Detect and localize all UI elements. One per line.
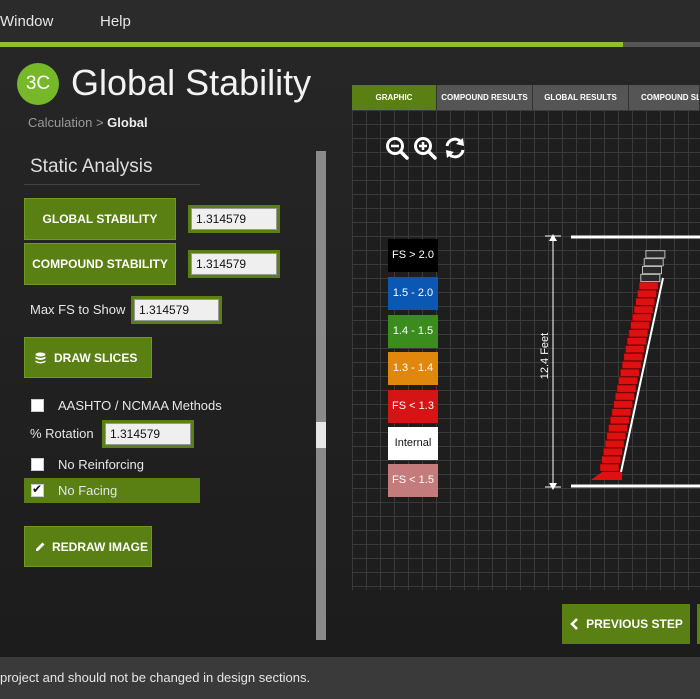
- no-reinforcing-checkbox[interactable]: [31, 458, 44, 471]
- panel-scrollbar[interactable]: [316, 151, 326, 640]
- tab-graphic[interactable]: GRAPHIC: [352, 85, 437, 110]
- slice-block: [633, 305, 654, 314]
- wall-graphic: 12.4 Feet: [539, 234, 700, 490]
- slice-block: [611, 408, 632, 417]
- slice-block: [616, 384, 637, 393]
- rotation-field-frame: [102, 420, 194, 448]
- rotation-label: % Rotation: [30, 426, 94, 441]
- slice-block: [630, 321, 650, 330]
- redraw-image-label: REDRAW IMAGE: [52, 539, 148, 554]
- max-fs-input[interactable]: [134, 299, 219, 321]
- breadcrumb-parent[interactable]: Calculation: [28, 115, 92, 130]
- menu-window[interactable]: Window: [0, 13, 53, 30]
- slice-block: [618, 376, 639, 385]
- menu-help[interactable]: Help: [100, 13, 131, 30]
- breadcrumb-current: Global: [107, 115, 148, 130]
- tab-compound-slices[interactable]: COMPOUND SLI: [629, 85, 700, 110]
- page-title: Global Stability: [71, 62, 312, 103]
- slice-block: [620, 368, 640, 377]
- slice-block: [637, 289, 657, 298]
- panel-title: Static Analysis: [30, 156, 153, 177]
- chevron-left-icon: [570, 618, 579, 630]
- footer-message: project and should not be changed in des…: [0, 670, 311, 685]
- slice-block: [599, 463, 620, 472]
- slice-blocks: [599, 250, 666, 472]
- slice-block: [626, 337, 647, 346]
- panel-scrollbar-thumb[interactable]: [316, 422, 326, 448]
- compound-stability-button[interactable]: COMPOUND STABILITY: [24, 243, 176, 285]
- breadcrumb: Calculation > Global: [28, 115, 148, 130]
- aashto-checkbox[interactable]: [31, 399, 44, 412]
- no-facing-label: No Facing: [58, 483, 118, 498]
- database-icon: [35, 352, 46, 363]
- tab-global-results[interactable]: GLOBAL RESULTS: [533, 85, 629, 110]
- slice-block: [606, 432, 627, 440]
- breadcrumb-separator: >: [95, 115, 104, 130]
- slice-block: [643, 258, 664, 267]
- slice-block: [621, 361, 642, 369]
- max-fs-field-frame: [131, 296, 222, 324]
- slice-block: [623, 353, 644, 361]
- slice-block: [645, 250, 666, 259]
- slice-block: [631, 313, 652, 322]
- slice-block: [608, 424, 628, 432]
- draw-slices-button[interactable]: DRAW SLICES: [24, 337, 152, 378]
- slice-block: [603, 447, 623, 456]
- compound-stability-field-frame: [188, 250, 280, 278]
- global-stability-button[interactable]: GLOBAL STABILITY: [24, 198, 176, 240]
- slice-block: [628, 329, 649, 338]
- slice-block: [601, 455, 621, 464]
- global-stability-field-frame: [188, 205, 280, 233]
- redraw-image-button[interactable]: REDRAW IMAGE: [24, 526, 152, 567]
- max-fs-label: Max FS to Show: [30, 302, 126, 317]
- slice-block: [642, 266, 662, 275]
- compound-stability-label: COMPOUND STABILITY: [32, 257, 168, 271]
- menu-bar: Window Help: [0, 0, 700, 42]
- dimension-arrow-top: [549, 234, 557, 241]
- result-tabs: GRAPHIC COMPOUND RESULTS GLOBAL RESULTS …: [352, 85, 700, 110]
- no-facing-checkbox[interactable]: [31, 482, 44, 497]
- global-stability-input[interactable]: [191, 208, 277, 230]
- slice-block: [635, 297, 656, 306]
- app-logo: 3C: [17, 63, 59, 105]
- slice-block: [638, 282, 659, 290]
- slice-block: [640, 273, 661, 283]
- tab-compound-results[interactable]: COMPOUND RESULTS: [437, 85, 533, 110]
- pencil-icon: [36, 542, 45, 551]
- divider: [24, 184, 200, 185]
- compound-stability-input[interactable]: [191, 253, 277, 275]
- slice-block: [625, 345, 645, 353]
- slice-block: [613, 400, 633, 409]
- slice-block: [609, 416, 630, 425]
- global-stability-label: GLOBAL STABILITY: [42, 212, 158, 226]
- previous-step-label: PREVIOUS STEP: [586, 617, 683, 631]
- aashto-label: AASHTO / NCMAA Methods: [58, 398, 222, 413]
- no-reinforcing-label: No Reinforcing: [58, 457, 144, 472]
- rotation-input[interactable]: [105, 423, 191, 445]
- height-label: 12.4 Feet: [539, 333, 551, 379]
- previous-step-button[interactable]: PREVIOUS STEP: [562, 604, 690, 644]
- slice-block: [604, 439, 625, 448]
- base-block: [591, 472, 622, 480]
- slice-block: [614, 392, 635, 401]
- draw-slices-label: DRAW SLICES: [54, 350, 138, 365]
